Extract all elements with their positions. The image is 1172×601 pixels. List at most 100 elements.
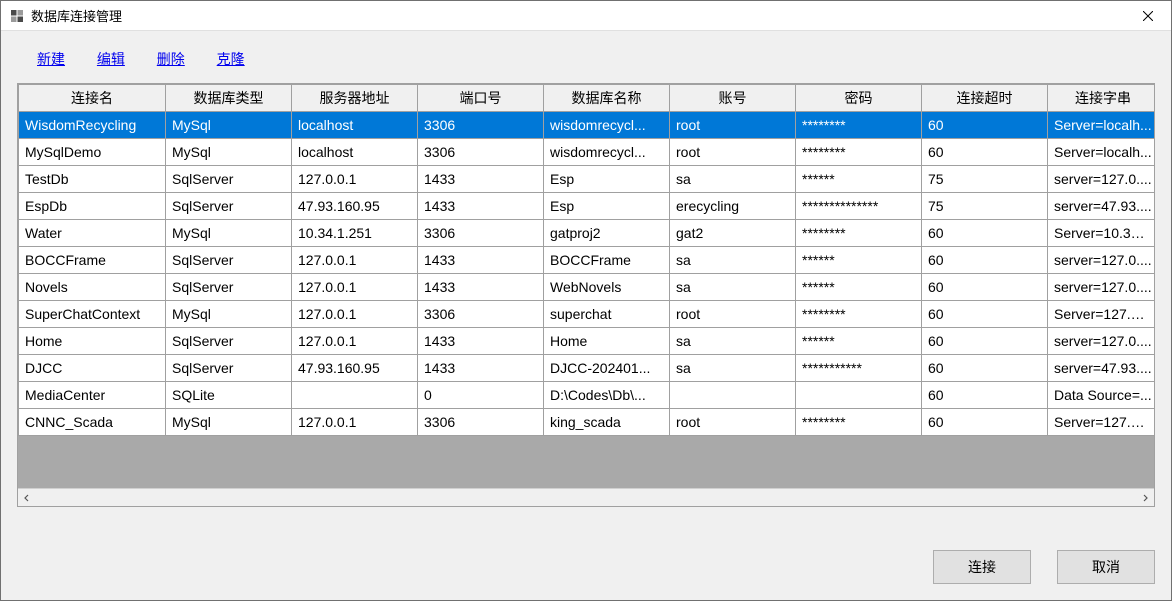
cell-password[interactable]: ********: [796, 112, 922, 139]
cell-name[interactable]: MySqlDemo: [19, 139, 166, 166]
cell-password[interactable]: **************: [796, 193, 922, 220]
cell-dbtype[interactable]: MySql: [166, 139, 292, 166]
cell-dbname[interactable]: WebNovels: [544, 274, 670, 301]
col-password[interactable]: 密码: [796, 85, 922, 112]
cell-connstr[interactable]: Server=localh...: [1048, 139, 1155, 166]
cell-port[interactable]: 1433: [418, 328, 544, 355]
table-row[interactable]: HomeSqlServer127.0.0.11433Homesa******60…: [19, 328, 1155, 355]
cell-dbname[interactable]: wisdomrecycl...: [544, 112, 670, 139]
cell-dbtype[interactable]: MySql: [166, 112, 292, 139]
cell-password[interactable]: ********: [796, 139, 922, 166]
delete-link[interactable]: 删除: [157, 51, 185, 67]
cell-port[interactable]: 3306: [418, 409, 544, 436]
cell-dbname[interactable]: DJCC-202401...: [544, 355, 670, 382]
horizontal-scrollbar[interactable]: [18, 488, 1154, 506]
cell-dbname[interactable]: Esp: [544, 166, 670, 193]
cell-server[interactable]: localhost: [292, 139, 418, 166]
cell-name[interactable]: SuperChatContext: [19, 301, 166, 328]
table-row[interactable]: BOCCFrameSqlServer127.0.0.11433BOCCFrame…: [19, 247, 1155, 274]
cell-user[interactable]: [670, 382, 796, 409]
cell-name[interactable]: TestDb: [19, 166, 166, 193]
cell-server[interactable]: 127.0.0.1: [292, 409, 418, 436]
cell-timeout[interactable]: 60: [922, 247, 1048, 274]
cell-connstr[interactable]: server=127.0....: [1048, 166, 1155, 193]
cell-user[interactable]: sa: [670, 274, 796, 301]
cell-name[interactable]: MediaCenter: [19, 382, 166, 409]
cell-dbtype[interactable]: SqlServer: [166, 166, 292, 193]
cell-dbtype[interactable]: MySql: [166, 220, 292, 247]
col-port[interactable]: 端口号: [418, 85, 544, 112]
table-row[interactable]: MySqlDemoMySqllocalhost3306wisdomrecycl.…: [19, 139, 1155, 166]
cell-password[interactable]: ***********: [796, 355, 922, 382]
cell-dbtype[interactable]: MySql: [166, 409, 292, 436]
cell-user[interactable]: root: [670, 139, 796, 166]
cell-server[interactable]: 10.34.1.251: [292, 220, 418, 247]
cell-user[interactable]: erecycling: [670, 193, 796, 220]
cell-port[interactable]: 3306: [418, 112, 544, 139]
cell-name[interactable]: EspDb: [19, 193, 166, 220]
cell-connstr[interactable]: Server=127.0....: [1048, 301, 1155, 328]
cell-port[interactable]: 1433: [418, 274, 544, 301]
cell-user[interactable]: root: [670, 112, 796, 139]
connect-button[interactable]: 连接: [933, 550, 1031, 584]
cell-password[interactable]: ********: [796, 301, 922, 328]
cell-connstr[interactable]: server=127.0....: [1048, 328, 1155, 355]
cell-port[interactable]: 0: [418, 382, 544, 409]
cell-connstr[interactable]: Server=localh...: [1048, 112, 1155, 139]
close-button[interactable]: [1125, 1, 1171, 31]
cell-connstr[interactable]: Data Source=...: [1048, 382, 1155, 409]
cell-dbtype[interactable]: SQLite: [166, 382, 292, 409]
cell-name[interactable]: WisdomRecycling: [19, 112, 166, 139]
cell-password[interactable]: ********: [796, 409, 922, 436]
cell-dbname[interactable]: Home: [544, 328, 670, 355]
cell-user[interactable]: sa: [670, 355, 796, 382]
table-row[interactable]: SuperChatContextMySql127.0.0.13306superc…: [19, 301, 1155, 328]
table-row[interactable]: NovelsSqlServer127.0.0.11433WebNovelssa*…: [19, 274, 1155, 301]
cell-dbname[interactable]: superchat: [544, 301, 670, 328]
scroll-left-icon[interactable]: [18, 489, 36, 507]
cell-dbname[interactable]: king_scada: [544, 409, 670, 436]
cell-timeout[interactable]: 60: [922, 409, 1048, 436]
cell-timeout[interactable]: 60: [922, 112, 1048, 139]
cell-server[interactable]: [292, 382, 418, 409]
cell-password[interactable]: ******: [796, 247, 922, 274]
cell-timeout[interactable]: 75: [922, 193, 1048, 220]
cell-user[interactable]: sa: [670, 166, 796, 193]
cell-name[interactable]: DJCC: [19, 355, 166, 382]
col-user[interactable]: 账号: [670, 85, 796, 112]
cell-dbname[interactable]: wisdomrecycl...: [544, 139, 670, 166]
table-row[interactable]: DJCCSqlServer47.93.160.951433DJCC-202401…: [19, 355, 1155, 382]
cell-server[interactable]: 127.0.0.1: [292, 301, 418, 328]
cell-dbname[interactable]: Esp: [544, 193, 670, 220]
cell-timeout[interactable]: 60: [922, 382, 1048, 409]
scroll-track[interactable]: [36, 489, 1136, 507]
cell-port[interactable]: 1433: [418, 166, 544, 193]
cell-server[interactable]: 127.0.0.1: [292, 274, 418, 301]
cell-name[interactable]: Water: [19, 220, 166, 247]
cell-name[interactable]: Novels: [19, 274, 166, 301]
cancel-button[interactable]: 取消: [1057, 550, 1155, 584]
cell-name[interactable]: Home: [19, 328, 166, 355]
cell-connstr[interactable]: server=127.0....: [1048, 274, 1155, 301]
cell-user[interactable]: sa: [670, 328, 796, 355]
cell-port[interactable]: 3306: [418, 139, 544, 166]
scroll-right-icon[interactable]: [1136, 489, 1154, 507]
col-dbname[interactable]: 数据库名称: [544, 85, 670, 112]
cell-timeout[interactable]: 60: [922, 355, 1048, 382]
cell-port[interactable]: 3306: [418, 220, 544, 247]
cell-timeout[interactable]: 60: [922, 301, 1048, 328]
cell-timeout[interactable]: 60: [922, 328, 1048, 355]
cell-dbtype[interactable]: SqlServer: [166, 328, 292, 355]
cell-user[interactable]: root: [670, 409, 796, 436]
cell-user[interactable]: root: [670, 301, 796, 328]
cell-connstr[interactable]: server=127.0....: [1048, 247, 1155, 274]
cell-server[interactable]: localhost: [292, 112, 418, 139]
clone-link[interactable]: 克隆: [217, 51, 245, 67]
table-row[interactable]: CNNC_ScadaMySql127.0.0.13306king_scadaro…: [19, 409, 1155, 436]
cell-user[interactable]: gat2: [670, 220, 796, 247]
cell-dbtype[interactable]: SqlServer: [166, 193, 292, 220]
cell-name[interactable]: BOCCFrame: [19, 247, 166, 274]
cell-user[interactable]: sa: [670, 247, 796, 274]
cell-connstr[interactable]: server=47.93....: [1048, 355, 1155, 382]
col-dbtype[interactable]: 数据库类型: [166, 85, 292, 112]
